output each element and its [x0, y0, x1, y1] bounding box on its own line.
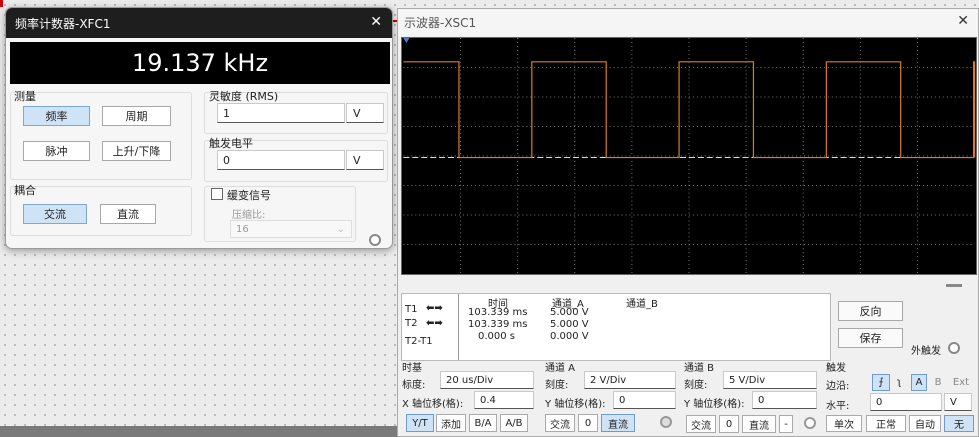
sensitivity-unit[interactable]: V [346, 103, 384, 123]
channel-b-scale-label: 刻度: [684, 380, 708, 391]
trigger-level-input[interactable]: 0 [870, 393, 942, 411]
ac-coupling-button[interactable]: 交流 [23, 204, 87, 224]
channel-b-label: 通道 B [684, 363, 715, 374]
trigger-edge-label: 边沿: [826, 381, 850, 392]
channel-a-terminal-icon[interactable] [660, 416, 672, 428]
ext-trigger-label: 外触发 [911, 346, 941, 357]
ratio-select: 16 ⌄ [230, 220, 352, 238]
frequency-display: 19.137 kHz [10, 42, 390, 84]
channel-b-dc-button[interactable]: 直流 [742, 415, 776, 433]
channel-a-ac-button[interactable]: 交流 [545, 414, 575, 432]
channel-b-terminal-icon[interactable] [804, 417, 816, 429]
dt-time: 0.000 s [478, 331, 516, 342]
x-position-input[interactable]: 0.4 [474, 391, 534, 409]
measurement-panel: T1 T2 T2-T1 ⬅➡ ⬅➡ 时间 通道_A 通道_B 103.339 m… [401, 293, 831, 361]
t2-label: T2 [405, 318, 418, 329]
dc-coupling-button[interactable]: 直流 [100, 204, 156, 224]
channel-a-ypos-input[interactable]: 0 [613, 391, 676, 409]
ratio-value: 16 [236, 223, 249, 235]
trigger-source-a[interactable]: A [911, 374, 927, 391]
dt-ch-a: 0.000 V [550, 331, 589, 342]
trigger-level-label: 触发电平 [209, 137, 253, 150]
channel-b-scale-input[interactable]: 5 V/Div [723, 371, 817, 389]
t1-label: T1 [405, 304, 418, 315]
trigger-level-input[interactable]: 0 [217, 150, 345, 170]
ratio-label: 压缩比: [232, 210, 266, 221]
rise-fall-button[interactable]: 上升/下降 [102, 141, 171, 161]
close-icon[interactable]: ✕ [370, 14, 382, 30]
channel-a-ypos-label: Y 轴位移(格): [545, 399, 606, 410]
trigger-level-unit[interactable]: V [346, 150, 384, 170]
rising-edge-icon[interactable]: ⨍ [872, 374, 890, 391]
oscilloscope-screen[interactable] [401, 37, 977, 275]
none-trigger-button[interactable]: 无 [944, 415, 974, 432]
t2-arrows-icon[interactable]: ⬅➡ [426, 318, 443, 329]
ch-b-header: 通道_B [626, 299, 658, 310]
channel-b-ac-button[interactable]: 交流 [686, 415, 716, 433]
yt-mode-button[interactable]: Y/T [406, 414, 434, 432]
trigger-source-ext[interactable]: Ext [950, 374, 972, 391]
ba-mode-button[interactable]: B/A [469, 414, 497, 432]
pulse-button[interactable]: 脉冲 [23, 141, 90, 161]
save-button[interactable]: 保存 [838, 328, 903, 348]
t2-t1-label: T2-T1 [405, 336, 433, 347]
timebase-label: 时基 [402, 363, 422, 374]
resize-handle[interactable] [946, 284, 962, 287]
sensitivity-label: 灵敏度 (RMS) [209, 90, 279, 103]
auto-trigger-button[interactable]: 自动 [909, 415, 941, 432]
channel-b-minus-button[interactable]: - [779, 415, 793, 433]
cursor-marker-icon [403, 38, 410, 43]
t1-time: 103.339 ms [468, 307, 528, 318]
t2-time: 103.339 ms [468, 319, 528, 330]
slow-signal-checkbox[interactable] [211, 188, 223, 200]
trigger-label: 触发 [826, 363, 846, 374]
x-position-label: X 轴位移(格): [402, 399, 464, 410]
chevron-down-icon: ⌄ [336, 223, 345, 235]
period-button[interactable]: 周期 [102, 106, 171, 126]
coupling-label: 耦合 [14, 184, 36, 197]
frequency-counter-window: 频率计数器-XFC1 ✕ 19.137 kHz 测量 频率 周期 脉冲 上升/下… [5, 7, 393, 249]
channel-a-scale-label: 刻度: [545, 380, 569, 391]
t1-ch-a: 5.000 V [550, 307, 589, 318]
window-title: 示波器-XSC1 [398, 9, 978, 36]
t1-arrows-icon[interactable]: ⬅➡ [426, 303, 443, 314]
schematic-wire [0, 0, 3, 7]
channel-a-scale-input[interactable]: 2 V/Div [584, 371, 676, 389]
falling-edge-icon[interactable]: ʅ [891, 374, 907, 391]
normal-trigger-button[interactable]: 正常 [866, 415, 906, 432]
single-trigger-button[interactable]: 单次 [826, 415, 862, 432]
timebase-scale-input[interactable]: 20 us/Div [440, 371, 534, 389]
channel-b-ypos-label: Y 轴位移(格): [684, 399, 745, 410]
window-title: 频率计数器-XFC1 [6, 8, 392, 38]
measure-label: 测量 [14, 90, 36, 103]
t2-ch-a: 5.000 V [550, 319, 589, 330]
channel-b-zero-button[interactable]: 0 [719, 415, 739, 433]
trigger-level-unit[interactable]: V [944, 393, 972, 411]
slow-signal-label: 缓变信号 [227, 189, 271, 202]
oscilloscope-window: 示波器-XSC1 ✕ T1 T2 T2-T1 ⬅➡ ⬅➡ 时间 通道_A 通道_… [397, 8, 979, 437]
close-icon[interactable]: ✕ [957, 13, 969, 29]
ab-mode-button[interactable]: A/B [500, 414, 528, 432]
ext-trigger-terminal-icon[interactable] [948, 342, 960, 354]
timebase-scale-label: 标度: [402, 380, 426, 391]
indicator-icon [369, 234, 381, 246]
channel-a-dc-button[interactable]: 直流 [601, 414, 635, 432]
trigger-level-label: 水平: [826, 401, 850, 412]
channel-a-zero-button[interactable]: 0 [578, 414, 598, 432]
channel-a-label: 通道 A [545, 363, 576, 374]
sensitivity-input[interactable]: 1 [217, 103, 345, 123]
channel-b-ypos-input[interactable]: 0 [752, 391, 817, 409]
freq-button[interactable]: 频率 [23, 106, 90, 126]
trigger-source-b[interactable]: B [931, 374, 945, 391]
add-mode-button[interactable]: 添加 [436, 414, 466, 432]
reverse-button[interactable]: 反向 [838, 301, 903, 321]
